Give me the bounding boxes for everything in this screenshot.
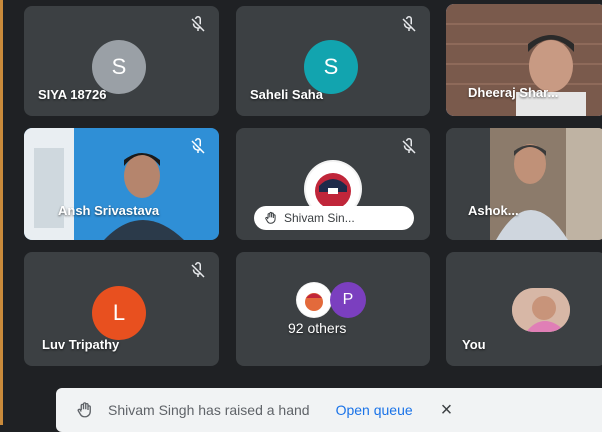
participant-name: You [462, 337, 486, 352]
avatar-initial: S [111, 54, 127, 79]
participant-tile-luv[interactable]: L Luv Tripathy [24, 252, 219, 366]
avatar: P [330, 282, 366, 318]
window-edge [0, 0, 3, 425]
participant-name: Saheli Saha [250, 87, 323, 102]
profile-picture [297, 283, 331, 317]
mic-off-icon [400, 138, 418, 156]
avatar-initial: S [323, 54, 339, 79]
avatar-initial: L [112, 300, 126, 325]
avatar: S [92, 40, 146, 94]
participant-tile-saheli[interactable]: S Saheli Saha [236, 6, 430, 116]
hand-icon [77, 402, 91, 418]
close-icon[interactable]: × [441, 400, 453, 420]
avatar: L [92, 286, 146, 340]
participant-name: Dheeraj Shar... [468, 85, 559, 100]
participant-name: Shivam Sin... [284, 211, 355, 225]
participant-tile-ansh[interactable]: Ansh Srivastava [24, 128, 219, 240]
avatar [512, 288, 570, 332]
participant-tile-shivam[interactable]: Shivam Sin... [236, 128, 430, 240]
participant-name: SIYA 18726 [38, 87, 107, 102]
participant-tile-others[interactable]: P 92 others [236, 252, 430, 366]
participant-tile-you[interactable]: You [446, 252, 602, 366]
participant-tile-siya[interactable]: S SIYA 18726 [24, 6, 219, 116]
mic-off-icon [189, 16, 207, 34]
participant-name: Ashok... [468, 203, 519, 218]
video-feed [446, 128, 602, 240]
raised-hand-notification: Shivam Singh has raised a hand Open queu… [56, 388, 602, 432]
participant-name: Ansh Srivastava [58, 203, 160, 218]
participant-name: Luv Tripathy [42, 337, 120, 352]
meeting-grid: S SIYA 18726 S Saheli Saha Dheeraj Shar.… [0, 0, 602, 432]
avatar-initial: P [342, 291, 354, 308]
avatar [296, 282, 332, 318]
hand-icon [265, 211, 276, 224]
raised-hand-chip: Shivam Sin... [254, 206, 414, 230]
open-queue-button[interactable]: Open queue [336, 402, 413, 418]
mic-off-icon [189, 262, 207, 280]
others-count: 92 others [288, 320, 347, 336]
avatar: S [304, 40, 358, 94]
mic-off-icon [189, 138, 207, 156]
notification-message: Shivam Singh has raised a hand [108, 402, 310, 418]
participant-tile-dheeraj[interactable]: Dheeraj Shar... [446, 4, 602, 116]
participant-tile-ashok[interactable]: Ashok... [446, 128, 602, 240]
profile-picture [512, 288, 570, 332]
mic-off-icon [400, 16, 418, 34]
